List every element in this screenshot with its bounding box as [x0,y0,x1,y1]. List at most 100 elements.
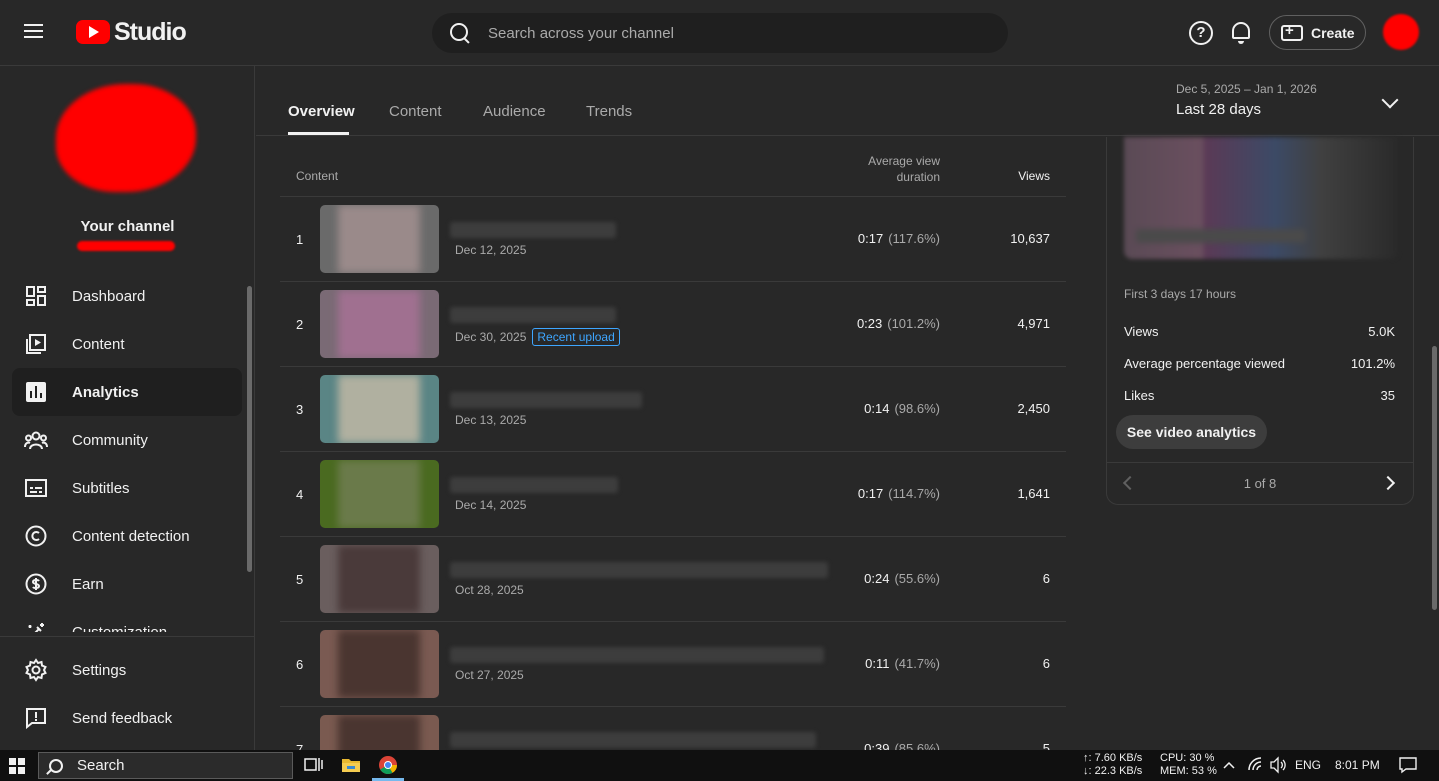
create-label: Create [1311,24,1355,41]
video-title-redacted[interactable] [450,477,618,493]
video-title-redacted[interactable] [450,392,642,408]
subtitles-icon [24,476,48,500]
chevron-right-icon[interactable] [1380,475,1396,491]
card-divider [1107,462,1413,463]
system-stats: CPU: 30 % MEM: 53 % [1160,752,1217,778]
sidebar-item-label: Dashboard [72,287,146,305]
video-thumbnail[interactable] [320,205,439,273]
notification-center-icon[interactable] [1398,756,1418,774]
community-icon [24,428,48,452]
sidebar-scroll-thumb[interactable] [247,286,252,572]
gear-icon [24,658,48,682]
table-row[interactable]: 6 Oct 27, 2025 0:11 (41.7%) 6 [280,622,1066,707]
help-icon[interactable]: ? [1189,21,1213,45]
tab-content[interactable]: Content [389,103,442,120]
notifications-bell-icon[interactable] [1230,20,1252,46]
sidebar-item-content-detection[interactable]: Content detection [12,512,242,560]
table-row[interactable]: 2 Dec 30, 2025 Recent upload 0:23 (101.2%)… [280,282,1066,367]
video-title-redacted[interactable] [450,647,824,663]
sidebar-item-subtitles[interactable]: Subtitles [12,464,242,512]
table-row[interactable]: 7 0:39 (85.6%) 5 [280,707,1066,750]
search-bar[interactable] [432,13,1008,53]
row-avd: 0:39 (85.6%) [840,741,940,750]
task-view-icon[interactable] [301,754,325,776]
card-video-thumbnail[interactable] [1124,137,1398,259]
studio-app: Studio ? Create Your channel Dashboard [0,0,1439,750]
table-row[interactable]: 1 Dec 12, 2025 0:17 (117.6%) 10,637 [280,197,1066,282]
cpu-usage: CPU: 30 % [1160,752,1215,764]
active-tab-indicator [288,132,349,135]
file-explorer-icon[interactable] [339,754,363,776]
channel-avatar[interactable] [56,84,196,192]
search-input[interactable] [488,24,968,42]
row-avd: 0:17 (117.6%) [840,231,940,246]
top-video-card: First 3 days 17 hours Views 5.0K Average… [1106,137,1414,505]
video-thumbnail[interactable] [320,375,439,443]
row-date: Oct 28, 2025 [455,583,524,597]
sidebar-item-label: Customization [72,623,168,633]
top-bar: Studio ? Create [0,0,1439,66]
table-row[interactable]: 4 Dec 14, 2025 0:17 (114.7%) 1,641 [280,452,1066,537]
video-thumbnail[interactable] [320,290,439,358]
search-icon[interactable] [448,21,472,45]
sidebar-bottom: Settings Send feedback [0,636,255,750]
volume-icon[interactable] [1269,756,1287,774]
row-rank: 2 [296,317,304,332]
sidebar-item-analytics[interactable]: Analytics [12,368,242,416]
row-avd: 0:24 (55.6%) [840,571,940,586]
sidebar-item-content[interactable]: Content [12,320,242,368]
stat-value-likes: 35 [1380,388,1395,403]
row-views: 2,450 [1017,401,1050,416]
sidebar-item-earn[interactable]: Earn [12,560,242,608]
sidebar-item-settings[interactable]: Settings [12,646,242,694]
video-title-redacted[interactable] [450,562,828,578]
row-views: 1,641 [1017,486,1050,501]
windows-start-icon[interactable] [9,758,25,774]
language-indicator[interactable]: ENG [1295,758,1321,772]
tab-overview[interactable]: Overview [288,103,355,120]
sidebar-item-dashboard[interactable]: Dashboard [12,272,242,320]
stat-label-avg-pct: Average percentage viewed [1124,356,1285,371]
studio-logo[interactable]: Studio [76,18,187,46]
video-title-redacted[interactable] [450,222,616,238]
table-row[interactable]: 3 Dec 13, 2025 0:14 (98.6%) 2,450 [280,367,1066,452]
create-button[interactable]: Create [1269,15,1366,50]
sidebar: Your channel Dashboard Content Analytics [0,66,255,750]
see-video-analytics-button[interactable]: See video analytics [1116,415,1267,449]
video-thumbnail[interactable] [320,715,439,750]
create-video-icon [1281,22,1303,41]
sidebar-item-customization[interactable]: Customization [12,608,242,632]
row-avd-value: 0:14 [864,401,890,416]
clock[interactable]: 8:01 PM [1335,758,1380,772]
wifi-icon[interactable] [1247,756,1265,774]
video-thumbnail[interactable] [320,630,439,698]
video-thumbnail[interactable] [320,545,439,613]
table-row[interactable]: 5 Oct 28, 2025 0:24 (55.6%) 6 [280,537,1066,622]
video-title-redacted[interactable] [450,732,816,748]
chevron-up-icon[interactable] [1222,758,1236,772]
copyright-icon [24,524,48,548]
main-scrollbar[interactable] [1432,346,1437,610]
video-thumbnail[interactable] [320,460,439,528]
recent-upload-badge: Recent upload [532,328,620,346]
row-avd-value: 0:11 [865,656,890,671]
tab-audience[interactable]: Audience [483,103,546,120]
date-range-picker[interactable]: Dec 5, 2025 – Jan 1, 2026 Last 28 days [1176,82,1406,122]
taskbar-search[interactable]: Search [38,752,293,779]
column-header-content: Content [296,169,339,183]
tab-trends[interactable]: Trends [586,103,632,120]
sidebar-item-send-feedback[interactable]: Send feedback [12,694,242,742]
row-date: Dec 12, 2025 [455,243,527,257]
account-avatar[interactable] [1383,14,1419,50]
row-avd-pct: (101.2%) [887,316,940,331]
net-up: ↑: 7.60 KB/s [1083,752,1143,764]
hamburger-menu-icon[interactable] [24,20,52,46]
stat-label-views: Views [1124,324,1159,339]
sidebar-item-community[interactable]: Community [12,416,242,464]
column-header-views[interactable]: Views [970,169,1050,183]
chevron-left-icon[interactable] [1122,475,1138,491]
video-title-redacted[interactable] [450,307,616,323]
chrome-icon[interactable] [376,754,400,776]
mem-usage: MEM: 53 % [1160,765,1217,777]
sidebar-scrollbar[interactable] [246,276,252,636]
